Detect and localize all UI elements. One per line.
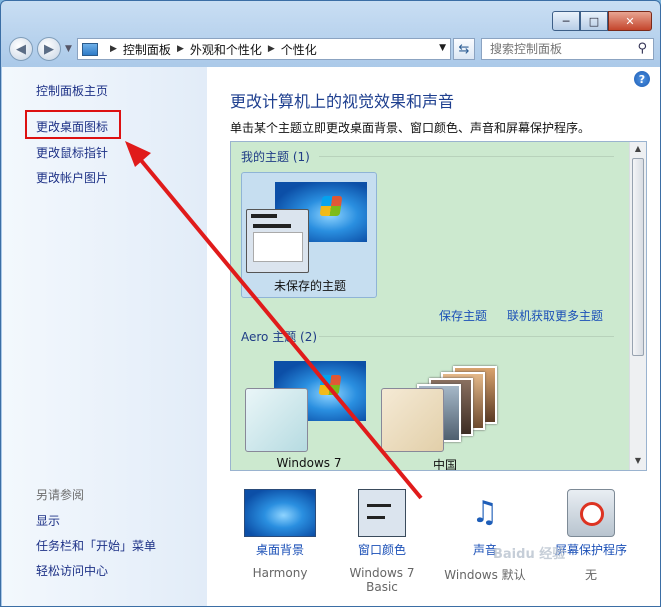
window-color-preview: [246, 209, 309, 273]
breadcrumb-separator-icon[interactable]: ▶: [268, 44, 275, 54]
windows7-theme-card[interactable]: Windows 7: [241, 352, 377, 470]
windows7-theme-label: Windows 7: [276, 456, 342, 470]
group-divider: [319, 156, 614, 157]
address-bar[interactable]: ▶ 控制面板 ▶ 外观和个性化 ▶ 个性化 ▼: [77, 38, 451, 60]
close-button[interactable]: ✕: [608, 11, 652, 31]
sound-icon: ♫: [471, 495, 499, 530]
change-account-picture-link[interactable]: 更改帐户图片: [36, 169, 108, 186]
minimize-button[interactable]: ─: [552, 11, 580, 31]
window-color-value: Windows 7 Basic: [349, 566, 415, 594]
search-input[interactable]: [490, 42, 630, 56]
scroll-up-icon[interactable]: ▲: [632, 144, 644, 156]
refresh-button[interactable]: ⇆: [453, 38, 475, 60]
maximize-button[interactable]: □: [580, 11, 608, 31]
see-also-heading: 另请参阅: [36, 488, 85, 502]
group-divider: [319, 336, 614, 337]
address-dropdown-icon[interactable]: ▼: [439, 43, 446, 53]
window-color-label: 窗口颜色: [357, 543, 406, 557]
scroll-down-icon[interactable]: ▼: [632, 456, 644, 468]
highlight-box: [25, 110, 121, 139]
search-icon[interactable]: ⚲: [637, 41, 647, 56]
breadcrumb-separator-icon[interactable]: ▶: [177, 44, 184, 54]
breadcrumb-control-panel[interactable]: 控制面板: [123, 41, 171, 58]
theme-list-scrollbar[interactable]: ▲ ▼: [629, 142, 646, 470]
china-theme-card[interactable]: 中国: [377, 352, 513, 471]
control-panel-icon: [82, 42, 98, 56]
scrollbar-thumb[interactable]: [632, 158, 644, 356]
ease-of-access-link[interactable]: 轻松访问中心: [36, 562, 108, 579]
back-arrow-icon: ◀: [16, 41, 26, 57]
icon-bar: [367, 516, 385, 519]
icon-bar: [367, 504, 391, 507]
main-content: ? 更改计算机上的视觉效果和声音 单击某个主题立即更改桌面背景、窗口颜色、声音和…: [207, 67, 660, 606]
change-mouse-pointer-link[interactable]: 更改鼠标指针: [36, 144, 108, 161]
recent-pages-dropdown[interactable]: ▼: [65, 44, 72, 54]
preview-pane: [253, 232, 303, 262]
sound-value: Windows 默认: [444, 568, 526, 582]
search-box: ⚲: [481, 38, 654, 60]
sound-setting[interactable]: ♫ 声音 Windows 默认: [435, 489, 535, 583]
personalization-window: ─ □ ✕ ◀ ▶ ▼ ▶ 控制面板 ▶ 外观和个性化 ▶ 个性化 ▼ ⇆ ⚲ …: [0, 0, 661, 607]
aero-themes-heading: Aero 主题 (2): [241, 330, 318, 344]
breadcrumb-personalization[interactable]: 个性化: [281, 41, 317, 58]
screensaver-setting[interactable]: 屏幕保护程序 无: [541, 489, 641, 583]
my-themes-heading: 我的主题 (1): [241, 150, 310, 164]
save-theme-link[interactable]: 保存主题: [439, 307, 487, 324]
forward-button[interactable]: ▶: [37, 37, 61, 61]
breadcrumb-appearance[interactable]: 外观和个性化: [190, 41, 262, 58]
help-icon[interactable]: ?: [634, 71, 650, 87]
sidebar: 控制面板主页 更改桌面图标 更改鼠标指针 更改帐户图片 另请参阅 显示 任务栏和…: [2, 67, 207, 606]
screensaver-icon: [567, 489, 615, 537]
page-title: 更改计算机上的视觉效果和声音: [230, 92, 455, 111]
back-button[interactable]: ◀: [9, 37, 33, 61]
forward-arrow-icon: ▶: [44, 41, 54, 57]
desktop-background-value: Harmony: [252, 566, 308, 580]
china-theme-label: 中国: [432, 458, 457, 471]
desktop-background-label: 桌面背景: [255, 543, 304, 557]
screensaver-value: 无: [584, 568, 597, 582]
unsaved-theme-label: 未保存的主题: [273, 279, 346, 293]
refresh-icon: ⇆: [458, 41, 470, 57]
get-more-themes-link[interactable]: 联机获取更多主题: [507, 307, 603, 324]
display-link[interactable]: 显示: [36, 512, 60, 529]
glass-color-preview: [381, 388, 444, 452]
unsaved-theme-card[interactable]: 未保存的主题: [241, 172, 377, 298]
sidebar-home-link[interactable]: 控制面板主页: [36, 82, 108, 99]
window-color-icon: [358, 489, 406, 537]
caption-buttons: ─ □ ✕: [552, 11, 652, 31]
navigation-bar: ◀ ▶ ▼ ▶ 控制面板 ▶ 外观和个性化 ▶ 个性化 ▼ ⇆ ⚲: [9, 37, 654, 61]
watermark: Baidu 经验: [493, 547, 566, 562]
taskbar-start-menu-link[interactable]: 任务栏和「开始」菜单: [36, 537, 156, 554]
glass-color-preview: [245, 388, 308, 452]
desktop-background-setting[interactable]: 桌面背景 Harmony: [230, 489, 330, 580]
window-color-setting[interactable]: 窗口颜色 Windows 7 Basic: [332, 489, 432, 594]
desktop-background-icon: [244, 489, 316, 537]
preview-bar: [253, 224, 291, 228]
page-description: 单击某个主题立即更改桌面背景、窗口颜色、声音和屏幕保护程序。: [230, 121, 591, 135]
breadcrumb-separator-icon[interactable]: ▶: [110, 44, 117, 54]
no-screensaver-badge: [580, 502, 604, 526]
preview-title-bar: [251, 214, 277, 218]
theme-list: 我的主题 (1) 未保存的主题 保存主题 联机获取更多主题 Aero 主题 (2…: [230, 141, 647, 471]
